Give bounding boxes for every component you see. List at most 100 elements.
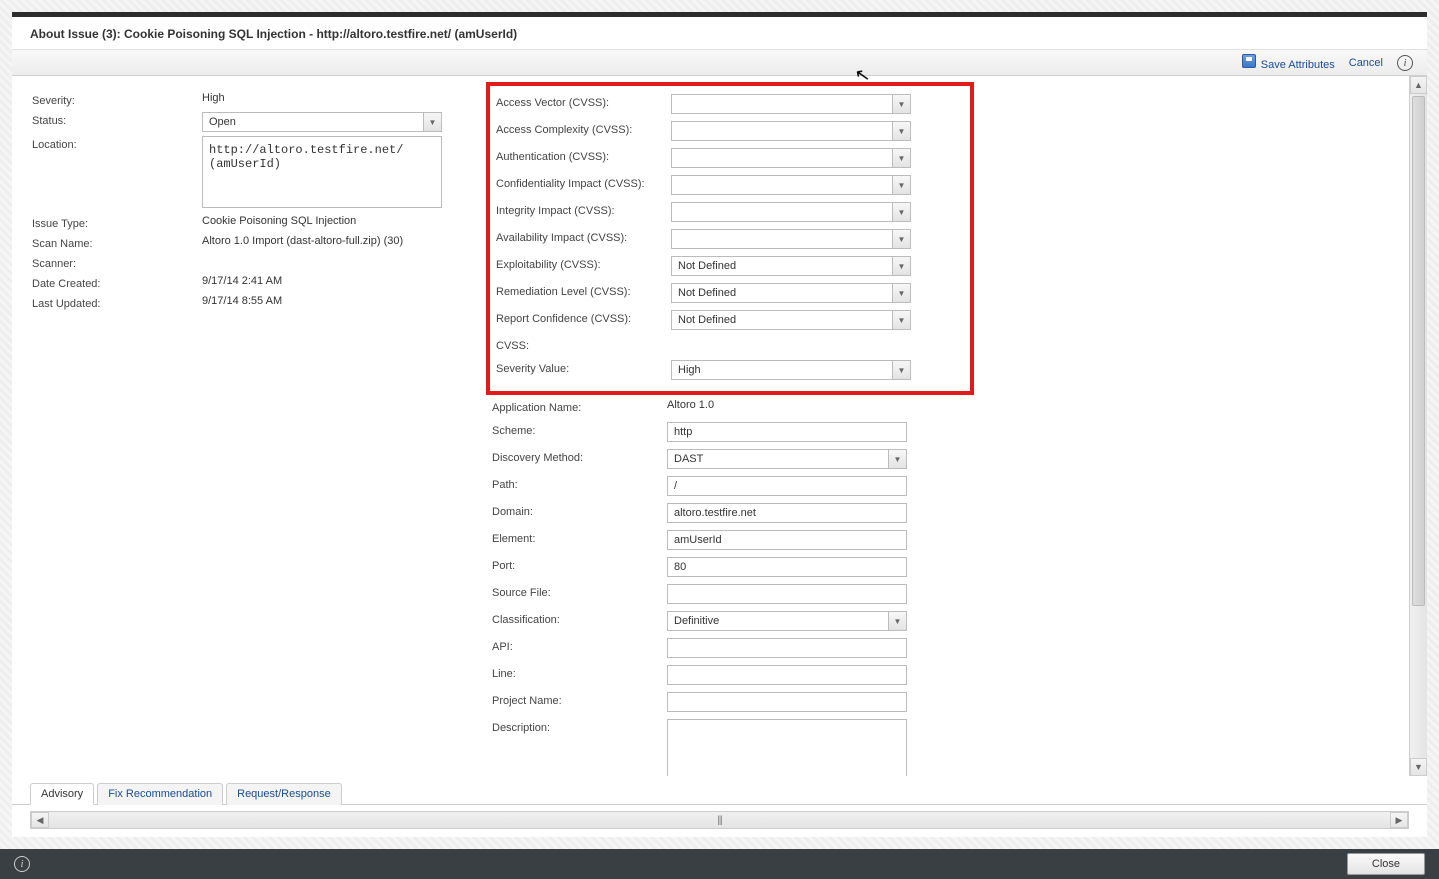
chevron-down-icon: ▼: [892, 149, 910, 167]
line-label: Line:: [492, 665, 667, 680]
tab-fix-recommendation[interactable]: Fix Recommendation: [97, 783, 223, 805]
scan-name-label: Scan Name:: [32, 235, 202, 250]
scroll-left-arrow-icon[interactable]: ◀: [31, 812, 49, 828]
cvss-highlighted-block: Access Vector (CVSS): ▼ Access Complexit…: [486, 82, 974, 395]
remediation-level-select[interactable]: Not Defined ▼: [671, 283, 911, 303]
access-vector-select[interactable]: ▼: [671, 94, 911, 114]
severity-value-label: Severity Value:: [496, 360, 671, 375]
issue-form-scroll-area[interactable]: Severity: High Status: Open ▼ Location:: [12, 76, 1409, 776]
vertical-scrollbar[interactable]: ▲ ▼: [1409, 76, 1427, 776]
severity-value: High: [202, 92, 452, 104]
chevron-down-icon: ▼: [423, 113, 441, 131]
access-vector-label: Access Vector (CVSS):: [496, 94, 671, 109]
availability-impact-label: Availability Impact (CVSS):: [496, 229, 671, 244]
scroll-down-arrow-icon[interactable]: ▼: [1410, 758, 1427, 776]
scroll-up-arrow-icon[interactable]: ▲: [1410, 76, 1427, 94]
chevron-down-icon: ▼: [888, 450, 906, 468]
scanner-label: Scanner:: [32, 255, 202, 270]
scan-name-value: Altoro 1.0 Import (dast-altoro-full.zip)…: [202, 235, 452, 247]
application-name-label: Application Name:: [492, 399, 667, 414]
integrity-impact-select[interactable]: ▼: [671, 202, 911, 222]
scheme-input[interactable]: [667, 422, 907, 442]
scrollbar-track[interactable]: |||: [49, 812, 1390, 828]
source-file-input[interactable]: [667, 584, 907, 604]
location-label: Location:: [32, 136, 202, 151]
access-complexity-label: Access Complexity (CVSS):: [496, 121, 671, 136]
discovery-method-select[interactable]: DAST ▼: [667, 449, 907, 469]
chevron-down-icon: ▼: [892, 230, 910, 248]
domain-input[interactable]: [667, 503, 907, 523]
info-icon[interactable]: i: [1397, 55, 1413, 71]
path-label: Path:: [492, 476, 667, 491]
save-attributes-label: Save Attributes: [1261, 59, 1335, 71]
issue-type-value: Cookie Poisoning SQL Injection: [202, 215, 452, 227]
cancel-link[interactable]: Cancel: [1349, 57, 1383, 69]
access-complexity-select[interactable]: ▼: [671, 121, 911, 141]
grip-icon: |||: [717, 815, 722, 826]
chevron-down-icon: ▼: [892, 361, 910, 379]
cvss-label: CVSS:: [496, 337, 671, 352]
info-icon[interactable]: i: [14, 856, 30, 872]
port-input[interactable]: [667, 557, 907, 577]
authentication-select[interactable]: ▼: [671, 148, 911, 168]
chevron-down-icon: ▼: [892, 95, 910, 113]
chevron-down-icon: ▼: [892, 176, 910, 194]
project-name-input[interactable]: [667, 692, 907, 712]
left-attributes-column: Severity: High Status: Open ▼ Location:: [32, 90, 452, 313]
scrollbar-thumb[interactable]: [1412, 96, 1425, 606]
application-name-value: Altoro 1.0: [667, 399, 962, 411]
scheme-label: Scheme:: [492, 422, 667, 437]
line-input[interactable]: [667, 665, 907, 685]
tab-request-response[interactable]: Request/Response: [226, 783, 342, 805]
chevron-down-icon: ▼: [892, 311, 910, 329]
chevron-down-icon: ▼: [892, 257, 910, 275]
description-textarea[interactable]: [667, 719, 907, 776]
chevron-down-icon: ▼: [892, 203, 910, 221]
scroll-right-arrow-icon[interactable]: ▶: [1390, 812, 1408, 828]
right-attributes-column: Access Vector (CVSS): ▼ Access Complexit…: [492, 90, 962, 776]
horizontal-scrollbar[interactable]: ◀ ||| ▶: [30, 811, 1409, 829]
api-input[interactable]: [667, 638, 907, 658]
description-label: Description:: [492, 719, 667, 734]
element-label: Element:: [492, 530, 667, 545]
last-updated-value: 9/17/14 8:55 AM: [202, 295, 452, 307]
date-created-label: Date Created:: [32, 275, 202, 290]
confidentiality-impact-label: Confidentiality Impact (CVSS):: [496, 175, 671, 190]
report-confidence-label: Report Confidence (CVSS):: [496, 310, 671, 325]
date-created-value: 9/17/14 2:41 AM: [202, 275, 452, 287]
source-file-label: Source File:: [492, 584, 667, 599]
port-label: Port:: [492, 557, 667, 572]
last-updated-label: Last Updated:: [32, 295, 202, 310]
status-label: Status:: [32, 112, 202, 127]
severity-label: Severity:: [32, 92, 202, 107]
dialog-title: About Issue (3): Cookie Poisoning SQL In…: [30, 27, 1409, 41]
exploitability-select[interactable]: Not Defined ▼: [671, 256, 911, 276]
exploitability-label: Exploitability (CVSS):: [496, 256, 671, 271]
integrity-impact-label: Integrity Impact (CVSS):: [496, 202, 671, 217]
chevron-down-icon: ▼: [892, 284, 910, 302]
availability-impact-select[interactable]: ▼: [671, 229, 911, 249]
report-confidence-select[interactable]: Not Defined ▼: [671, 310, 911, 330]
chevron-down-icon: ▼: [888, 612, 906, 630]
authentication-label: Authentication (CVSS):: [496, 148, 671, 163]
severity-value-select[interactable]: High ▼: [671, 360, 911, 380]
element-input[interactable]: [667, 530, 907, 550]
status-select[interactable]: Open ▼: [202, 112, 442, 132]
toolbar: Save Attributes Cancel i: [12, 49, 1427, 76]
close-button[interactable]: Close: [1347, 853, 1425, 875]
tab-advisory[interactable]: Advisory: [30, 783, 94, 805]
confidentiality-impact-select[interactable]: ▼: [671, 175, 911, 195]
save-icon: [1242, 54, 1256, 68]
save-attributes-link[interactable]: Save Attributes: [1242, 54, 1335, 71]
path-input[interactable]: [667, 476, 907, 496]
chevron-down-icon: ▼: [892, 122, 910, 140]
classification-label: Classification:: [492, 611, 667, 626]
location-textarea[interactable]: [202, 136, 442, 208]
api-label: API:: [492, 638, 667, 653]
status-select-text: Open: [203, 113, 423, 131]
domain-label: Domain:: [492, 503, 667, 518]
bottom-bar: i Close: [0, 849, 1439, 879]
remediation-level-label: Remediation Level (CVSS):: [496, 283, 671, 298]
issue-type-label: Issue Type:: [32, 215, 202, 230]
classification-select[interactable]: Definitive ▼: [667, 611, 907, 631]
